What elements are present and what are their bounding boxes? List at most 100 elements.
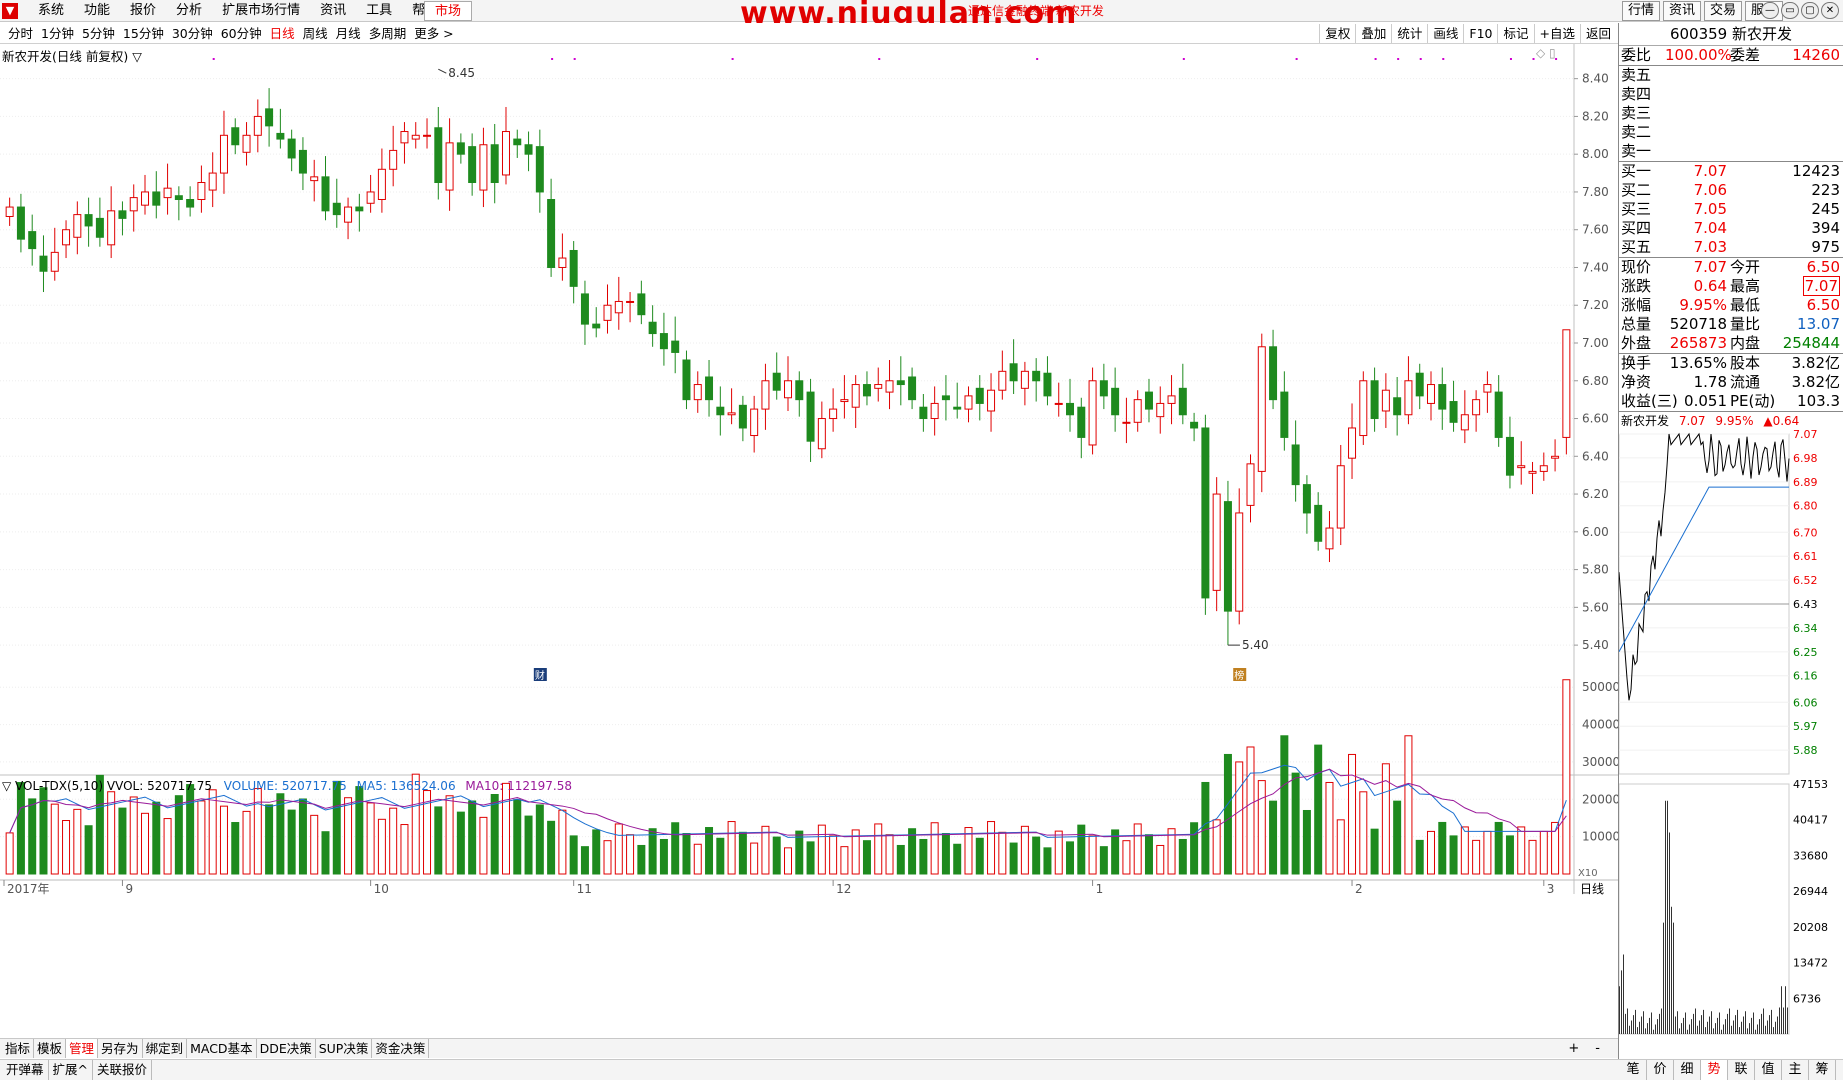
candle-body (1032, 370, 1041, 382)
mini-stock-name: 新农开发 (1621, 414, 1670, 428)
panel-tab-main[interactable]: 主 (1782, 1060, 1809, 1080)
panel-tab-tick[interactable]: 笔 (1620, 1060, 1647, 1080)
volume-bar (1201, 781, 1210, 875)
candle-body (1359, 380, 1368, 437)
order-row[interactable]: 买五 7.03 975 (1619, 238, 1843, 257)
close-icon[interactable]: ✕ (1821, 2, 1839, 19)
mini-avg-line (1619, 486, 1789, 653)
candle-body (174, 195, 183, 201)
candle-body (186, 199, 195, 208)
indicator-tab-manage[interactable]: 管理 (66, 1039, 99, 1058)
extend-toggle[interactable]: 扩展^ (49, 1060, 93, 1080)
market-tab[interactable]: 市场 (424, 1, 473, 21)
candle-body (738, 404, 747, 429)
volume-bar (1133, 823, 1142, 875)
tool-add-watchlist-button[interactable]: +自选 (1533, 24, 1580, 43)
tab-trade[interactable]: 交易 (1704, 1, 1743, 21)
order-row[interactable]: 买三 7.05 245 (1619, 200, 1843, 219)
order-row[interactable]: 买四 7.04 394 (1619, 219, 1843, 238)
event-marker-finance-label: 财 (535, 669, 545, 682)
period-tab-intraday[interactable]: 分时 (4, 23, 37, 44)
minimize-icon[interactable]: — (1761, 2, 1779, 19)
panel-tab-detail[interactable]: 细 (1674, 1060, 1701, 1080)
menu-item-quote[interactable]: 报价 (120, 0, 166, 22)
order-row[interactable]: 卖四 (1619, 85, 1843, 104)
indicator-tab-sup[interactable]: SUP决策 (316, 1039, 373, 1058)
indicator-tab-save-as[interactable]: 另存为 (98, 1039, 143, 1058)
intraday-mini-chart[interactable]: 7.07 6.98 6.89 6.80 6.70 6.61 6.52 6.43 6.34 6.25… (1619, 430, 1843, 1056)
tab-news[interactable]: 资讯 (1663, 1, 1702, 21)
candle-body (1020, 370, 1029, 389)
danmaku-toggle[interactable]: 开弹幕 (2, 1060, 49, 1080)
candle-body (28, 231, 37, 250)
kline-chart[interactable]: 8.40 8.20 8.00 7.80 7.60 7.40 7.20 7.00 6.80 6.60… (0, 44, 1618, 1037)
indicator-tab-template[interactable]: 模板 (34, 1039, 67, 1058)
zoom-out-button[interactable]: - (1587, 1039, 1608, 1058)
menu-item-analysis[interactable]: 分析 (166, 0, 212, 22)
period-tab-monthly[interactable]: 月线 (332, 23, 365, 44)
panel-tab-chips[interactable]: 筹 (1809, 1060, 1836, 1080)
period-tab-multi[interactable]: 多周期 (365, 23, 411, 44)
restore-icon[interactable]: ▭ (1781, 2, 1799, 19)
stat-value: 3.82亿 (1791, 354, 1840, 372)
panel-tab-trend[interactable]: 势 (1701, 1060, 1728, 1080)
order-volume (1727, 142, 1840, 161)
menu-item-system[interactable]: 系统 (28, 0, 74, 22)
panel-tab-value[interactable]: 值 (1755, 1060, 1782, 1080)
linked-quote-button[interactable]: 关联报价 (93, 1060, 153, 1080)
order-row[interactable]: 卖一 (1619, 142, 1843, 161)
zoom-in-button[interactable]: + (1560, 1039, 1587, 1058)
candle-body (479, 144, 488, 191)
indicator-tab-macd[interactable]: MACD基本 (187, 1039, 257, 1058)
vol-legend-ma5: MA5: 136524.06 (356, 779, 456, 793)
price-tick-label: 8.00 (1582, 147, 1609, 161)
period-tab-weekly[interactable]: 周线 (299, 23, 332, 44)
volume-bar (310, 814, 319, 875)
period-tab-30min[interactable]: 30分钟 (168, 23, 217, 44)
volume-bar (1235, 761, 1244, 875)
candle-body (930, 402, 939, 420)
tool-overlay-button[interactable]: 叠加 (1355, 24, 1391, 43)
chart-corner-icons[interactable]: ◇ ▯ (1536, 46, 1556, 60)
mini-price-tick: 6.61 (1793, 550, 1818, 563)
menu-item-extended-market[interactable]: 扩展市场行情 (212, 0, 310, 22)
tool-back-button[interactable]: 返回 (1579, 24, 1616, 43)
candle-body (1257, 346, 1266, 472)
period-tab-more[interactable]: 更多 > (410, 23, 457, 44)
volume-bar (1269, 800, 1278, 875)
tool-f10-button[interactable]: F10 (1463, 24, 1497, 43)
candle-body (874, 384, 883, 389)
period-tab-60min[interactable]: 60分钟 (217, 23, 266, 44)
maximize-icon[interactable]: ▢ (1801, 2, 1819, 19)
candle-body (1404, 380, 1413, 416)
indicator-tab-indicator[interactable]: 指标 (2, 1039, 35, 1058)
period-tab-1min[interactable]: 1分钟 (37, 23, 78, 44)
volume-bar (716, 837, 725, 875)
order-row[interactable]: 卖三 (1619, 104, 1843, 123)
candle-body (152, 191, 161, 206)
menu-item-function[interactable]: 功能 (74, 0, 120, 22)
menu-item-news[interactable]: 资讯 (310, 0, 356, 22)
tool-mark-button[interactable]: 标记 (1497, 24, 1533, 43)
indicator-tab-bind[interactable]: 绑定到 (143, 1039, 188, 1058)
period-tab-daily[interactable]: 日线 (266, 23, 299, 44)
tab-quotes[interactable]: 行情 (1622, 1, 1661, 21)
menu-item-tools[interactable]: 工具 (356, 0, 402, 22)
period-tab-5min[interactable]: 5分钟 (78, 23, 119, 44)
panel-tab-link[interactable]: 联 (1728, 1060, 1755, 1080)
tool-adjust-button[interactable]: 复权 (1319, 24, 1355, 43)
tool-stats-button[interactable]: 统计 (1391, 24, 1427, 43)
order-row[interactable]: 卖二 (1619, 123, 1843, 142)
panel-tab-price[interactable]: 价 (1647, 1060, 1674, 1080)
candle-body (197, 182, 206, 201)
tool-draw-button[interactable]: 画线 (1427, 24, 1463, 43)
period-tab-15min[interactable]: 15分钟 (119, 23, 168, 44)
app-logo-icon[interactable]: ▼ (2, 3, 18, 19)
indicator-tab-dde[interactable]: DDE决策 (257, 1039, 316, 1058)
order-row[interactable]: 卖五 (1619, 66, 1843, 85)
volume-bar (829, 835, 838, 875)
order-row[interactable]: 买二 7.06 223 (1619, 181, 1843, 200)
order-row[interactable]: 买一 7.07 12423 (1619, 162, 1843, 181)
volume-bar (693, 843, 702, 875)
indicator-tab-fund[interactable]: 资金决策 (372, 1039, 430, 1058)
